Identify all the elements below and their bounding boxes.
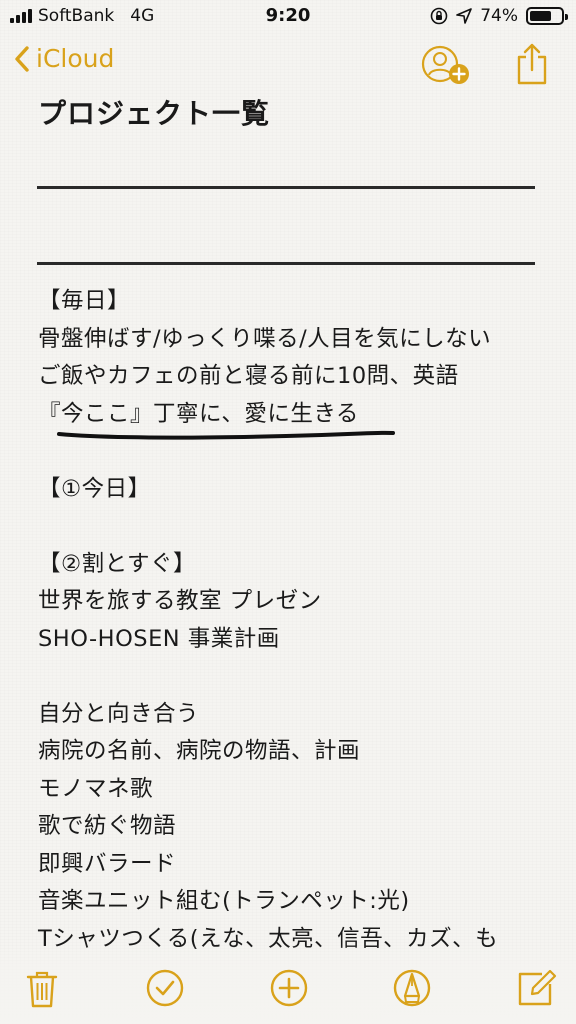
battery-fill — [530, 11, 552, 21]
bottom-toolbar — [0, 960, 576, 1024]
compose-button[interactable] — [514, 966, 558, 1010]
horizontal-rule — [37, 186, 535, 189]
markup-button[interactable] — [390, 966, 434, 1010]
back-button[interactable]: iCloud — [14, 44, 114, 73]
note-line: モノマネ歌 — [38, 775, 154, 802]
note-line: ご飯やカフェの前と寝る前に10問、英語 — [38, 363, 459, 389]
share-icon — [517, 43, 547, 85]
note-line: 【毎日】 — [38, 288, 131, 314]
note-line: 即興バラード — [38, 850, 177, 877]
status-right: 74% — [430, 6, 568, 26]
checklist-button[interactable] — [143, 966, 187, 1010]
note-line: 世界を旅する教室 プレゼン — [38, 588, 322, 614]
note-line: 【①今日】 — [38, 475, 151, 502]
note-blank-line — [38, 658, 558, 696]
orientation-lock-icon — [430, 7, 448, 25]
notes-screen: SoftBank 4G 9:20 74% iCloud プロジェクト一覧 【毎日… — [0, 0, 576, 1024]
location-arrow-icon — [456, 8, 473, 24]
note-line: 骨盤伸ばす/ゆっくり喋る/人目を気にしない — [38, 325, 492, 352]
battery-icon — [526, 7, 568, 25]
note-body[interactable]: 【毎日】骨盤伸ばす/ゆっくり喋る/人目を気にしない ご飯やカフェの前と寝る前に10… — [38, 283, 558, 958]
pen-tip-icon — [393, 969, 431, 1007]
trash-icon — [26, 971, 58, 1008]
delete-button[interactable] — [20, 966, 64, 1010]
handwritten-underline — [57, 430, 395, 440]
compose-icon — [518, 969, 557, 1006]
share-button[interactable] — [515, 42, 549, 86]
note-line: 病院の名前、病院の物語、計画 — [38, 738, 361, 764]
nav-bar: iCloud — [0, 34, 576, 96]
back-label: iCloud — [36, 44, 115, 73]
note-line: 【②割とすぐ】 — [38, 550, 196, 577]
add-person-button[interactable] — [420, 44, 474, 86]
note-title[interactable]: プロジェクト一覧 — [38, 92, 270, 132]
battery-percent: 74% — [480, 6, 518, 26]
note-line: SHO-HOSEN 事業計画 — [38, 625, 280, 652]
add-button[interactable] — [267, 966, 311, 1010]
checklist-icon — [146, 969, 184, 1007]
note-line: 音楽ユニット組む(トランペット:光) — [38, 888, 410, 914]
note-blank-line — [38, 508, 558, 546]
note-line: 自分と向き合う — [38, 700, 200, 727]
add-person-icon — [421, 45, 469, 84]
status-bar: SoftBank 4G 9:20 74% — [0, 0, 576, 34]
plus-circle-icon — [270, 969, 308, 1007]
note-line: 歌で紡ぐ物語 — [38, 813, 177, 839]
horizontal-rule — [37, 262, 535, 265]
chevron-left-icon — [15, 45, 29, 72]
